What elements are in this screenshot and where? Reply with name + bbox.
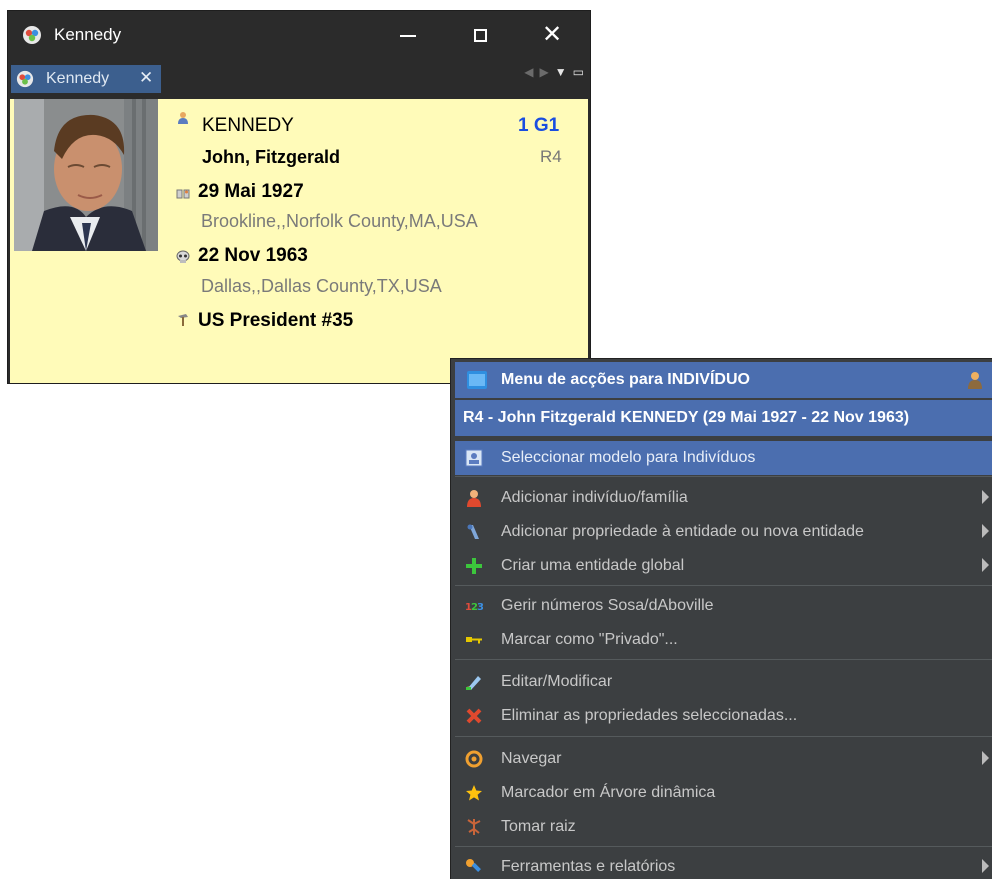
restore-panel-icon[interactable]: ▭ bbox=[573, 65, 584, 79]
add-person-icon bbox=[467, 490, 481, 507]
submenu-arrow-icon bbox=[982, 859, 989, 873]
key-icon bbox=[466, 637, 482, 644]
menu-item-select-template[interactable]: Seleccionar modelo para Indivíduos bbox=[455, 441, 992, 475]
menu-item-add-individual[interactable]: Adicionar indivíduo/família bbox=[455, 481, 992, 515]
menu-icon bbox=[467, 371, 487, 389]
menu-header-subtitle: R4 - John Fitzgerald KENNEDY (29 Mai 192… bbox=[463, 409, 910, 426]
menu-separator bbox=[455, 736, 992, 737]
menu-item-label: Navegar bbox=[501, 750, 562, 767]
menu-item-label: Adicionar indivíduo/família bbox=[501, 489, 688, 506]
birth-place: Brookline,,Norfolk County,MA,USA bbox=[201, 211, 478, 231]
menu-item-sosa-numbers[interactable]: 1 2 3 Gerir números Sosa/dAboville bbox=[455, 589, 992, 623]
close-icon: ✕ bbox=[541, 21, 563, 48]
add-property-icon bbox=[467, 524, 479, 539]
individual-icon bbox=[968, 372, 982, 389]
tab-controls: ◀ ▶ ▼ ▭ bbox=[518, 65, 584, 79]
tab-kennedy[interactable]: Kennedy ✕ bbox=[11, 65, 161, 93]
death-place: Dallas,,Dallas County,TX,USA bbox=[201, 276, 442, 296]
tab-scroll-left-icon[interactable]: ◀ bbox=[524, 65, 533, 79]
minimize-icon bbox=[400, 34, 416, 37]
menu-header: Menu de acções para INDIVÍDUO bbox=[455, 362, 992, 398]
birth-date: 29 Mai 1927 bbox=[198, 181, 304, 202]
app-icon bbox=[16, 70, 34, 88]
menu-separator bbox=[455, 659, 992, 660]
window-title: Kennedy bbox=[54, 25, 122, 44]
menu-item-create-global-entity[interactable]: Criar uma entidade global bbox=[455, 549, 992, 583]
maximize-button[interactable] bbox=[450, 11, 510, 61]
death-date: 22 Nov 1963 bbox=[198, 245, 308, 266]
reference-number: R4 bbox=[540, 147, 562, 166]
app-icon bbox=[23, 26, 41, 44]
given-names: John, Fitzgerald bbox=[202, 147, 341, 167]
menu-item-label: Adicionar propriedade à entidade ou nova… bbox=[501, 523, 864, 540]
numbers-icon: 1 2 3 bbox=[465, 602, 483, 613]
tab-close-icon[interactable]: ✕ bbox=[139, 68, 153, 88]
plus-icon bbox=[466, 558, 482, 574]
menu-separator bbox=[455, 585, 992, 586]
menu-item-delete-properties[interactable]: Eliminar as propriedades seleccionadas..… bbox=[455, 699, 992, 733]
menu-subheader: R4 - John Fitzgerald KENNEDY (29 Mai 192… bbox=[455, 400, 992, 436]
maximize-icon bbox=[473, 29, 487, 43]
surname: KENNEDY bbox=[202, 115, 294, 136]
star-icon bbox=[466, 785, 482, 801]
root-icon bbox=[467, 819, 481, 835]
tab-bar: Kennedy ✕ ◀ ▶ ▼ ▭ bbox=[8, 61, 590, 93]
submenu-arrow-icon bbox=[982, 490, 989, 504]
menu-item-label: Ferramentas e relatórios bbox=[501, 858, 676, 875]
menu-item-label: Marcador em Árvore dinâmica bbox=[501, 784, 716, 801]
svg-text:3: 3 bbox=[477, 602, 483, 613]
menu-item-add-property[interactable]: Adicionar propriedade à entidade ou nova… bbox=[455, 515, 992, 549]
navigate-icon bbox=[465, 750, 483, 768]
template-icon bbox=[465, 449, 483, 467]
tab-scroll-right-icon[interactable]: ▶ bbox=[540, 65, 549, 79]
submenu-arrow-icon bbox=[982, 524, 989, 538]
edit-icon bbox=[466, 676, 481, 690]
menu-header-title: Menu de acções para INDIVÍDUO bbox=[501, 371, 750, 388]
death-icon bbox=[176, 250, 190, 263]
menu-item-mark-private[interactable]: Marcar como "Privado"... bbox=[455, 623, 992, 657]
menu-item-make-root[interactable]: Tomar raiz bbox=[455, 810, 992, 844]
menu-item-navigate[interactable]: Navegar bbox=[455, 742, 992, 776]
menu-item-label: Eliminar as propriedades seleccionadas..… bbox=[501, 707, 798, 724]
occupation: US President #35 bbox=[198, 310, 354, 331]
tab-label: Kennedy bbox=[46, 70, 110, 87]
birth-icon bbox=[176, 189, 190, 199]
menu-item-label: Editar/Modificar bbox=[501, 673, 613, 690]
menu-separator bbox=[455, 476, 992, 477]
menu-item-edit[interactable]: Editar/Modificar bbox=[455, 665, 992, 699]
menu-item-label: Criar uma entidade global bbox=[501, 557, 685, 574]
submenu-arrow-icon bbox=[982, 558, 989, 572]
close-button[interactable]: ✕ bbox=[522, 11, 582, 61]
menu-item-label: Seleccionar modelo para Indivíduos bbox=[501, 449, 756, 466]
submenu-arrow-icon bbox=[982, 751, 989, 765]
individual-context-menu: Menu de acções para INDIVÍDUO R4 - John … bbox=[450, 358, 992, 879]
menu-item-label: Tomar raiz bbox=[501, 818, 576, 835]
tab-list-dropdown-icon[interactable]: ▼ bbox=[555, 65, 567, 79]
individual-icon bbox=[178, 112, 188, 124]
menu-item-label: Gerir números Sosa/dAboville bbox=[501, 597, 714, 614]
portrait-photo bbox=[14, 99, 158, 251]
kennedy-window: Kennedy ✕ Kennedy ✕ ◀ ▶ ▼ ▭ KENNEDY 1 G1… bbox=[7, 10, 591, 384]
title-bar[interactable]: Kennedy ✕ bbox=[8, 11, 590, 61]
menu-item-bookmark-dynamic-tree[interactable]: Marcador em Árvore dinâmica bbox=[455, 776, 992, 810]
menu-item-label: Marcar como "Privado"... bbox=[501, 631, 678, 648]
individual-summary-panel: KENNEDY 1 G1 John, Fitzgerald R4 29 Mai … bbox=[10, 99, 588, 383]
delete-icon bbox=[466, 708, 482, 724]
tools-icon bbox=[466, 859, 481, 872]
occupation-icon bbox=[178, 314, 188, 326]
generation-number: 1 G1 bbox=[518, 115, 560, 136]
minimize-button[interactable] bbox=[378, 11, 438, 61]
menu-separator bbox=[455, 846, 992, 847]
